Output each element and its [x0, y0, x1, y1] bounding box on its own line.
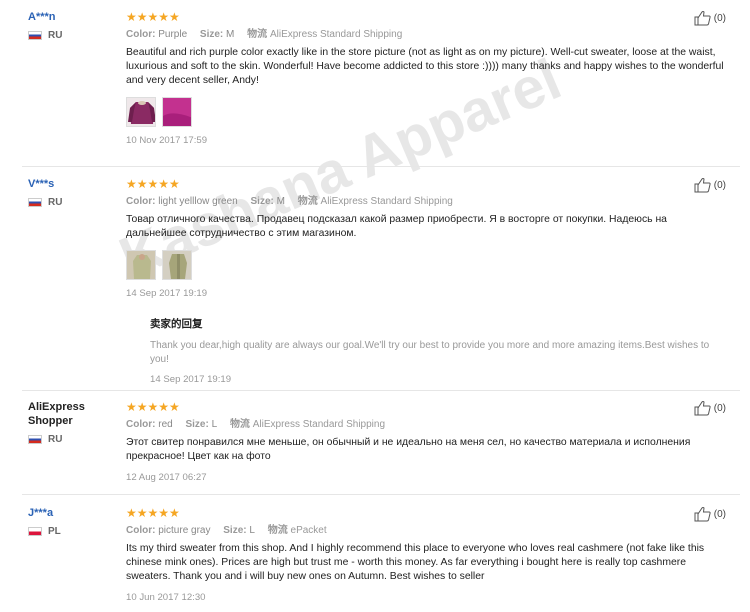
like-count: (0) — [713, 402, 726, 414]
reviewer-country: RU — [28, 434, 120, 445]
like-count: (0) — [713, 179, 726, 191]
thumbs-up-icon — [694, 178, 711, 193]
reviewer-info: AliExpress Shopper RU — [28, 400, 120, 445]
green-sweater-photo-icon — [127, 251, 155, 279]
seller-reply-date: 14 Sep 2017 19:19 — [150, 374, 232, 385]
reviewer-name[interactable]: J***a — [28, 506, 120, 520]
thumbs-up-icon — [694, 11, 711, 26]
color-label: Color: — [126, 196, 156, 207]
divider — [22, 494, 740, 495]
size-label: Size: — [199, 29, 224, 40]
review-date: 10 Jun 2017 12:30 — [126, 592, 206, 603]
review-date: 14 Sep 2017 19:19 — [126, 288, 208, 299]
review-photos — [126, 250, 726, 280]
divider — [22, 166, 740, 167]
country-code: RU — [48, 434, 63, 445]
color-value: light yelllow green — [158, 196, 238, 207]
poland-flag-icon — [28, 527, 42, 536]
reviewer-info: V***s RU — [28, 177, 120, 208]
shipping-label: 物流 — [297, 196, 318, 207]
shipping-label: 物流 — [267, 525, 288, 536]
country-code: PL — [48, 526, 61, 537]
review-content: ★★★★★ Color: red Size: L 物流 AliExpress S… — [126, 400, 726, 483]
shipping-value: AliExpress Standard Shipping — [269, 29, 403, 40]
purple-sweater-photo-icon — [128, 101, 155, 124]
green-sweater-photo-icon — [163, 251, 191, 279]
color-label: Color: — [126, 29, 156, 40]
review-text: Its my third sweater from this shop. And… — [126, 543, 705, 582]
star-rating: ★★★★★ — [126, 506, 180, 520]
review-text: Beautiful and rich purple color exactly … — [126, 47, 724, 86]
reviewer-country: RU — [28, 30, 120, 41]
review-photo[interactable] — [162, 97, 192, 127]
like-button[interactable]: (0) — [694, 10, 726, 26]
review-content: ★★★★★ Color: picture gray Size: L 物流 ePa… — [126, 506, 726, 603]
magenta-fabric-photo-icon — [163, 98, 191, 126]
reviewer-name[interactable]: A***n — [28, 10, 120, 24]
like-count: (0) — [713, 508, 726, 520]
reviewer-name: AliExpress Shopper — [28, 401, 85, 427]
russia-flag-icon — [28, 198, 42, 207]
color-value: Purple — [158, 29, 188, 40]
size-label: Size: — [223, 525, 247, 536]
seller-reply: 卖家的回复 Thank you dear,high quality are al… — [150, 316, 730, 385]
order-info: Color: light yelllow green Size: M 物流 Al… — [126, 195, 726, 208]
shipping-label: 物流 — [247, 29, 268, 40]
star-rating: ★★★★★ — [126, 10, 180, 24]
size-label: Size: — [250, 196, 274, 207]
color-label: Color: — [126, 525, 156, 536]
size-value: L — [211, 419, 218, 430]
size-value: L — [249, 525, 255, 536]
review-text: Товар отличного качества. Продавец подск… — [126, 214, 667, 239]
thumbs-up-icon — [694, 507, 711, 522]
reviewer-country: RU — [28, 197, 120, 208]
star-rating: ★★★★★ — [126, 400, 180, 414]
order-info: Color: red Size: L 物流 AliExpress Standar… — [126, 418, 726, 431]
russia-flag-icon — [28, 435, 42, 444]
review-photo[interactable] — [126, 250, 156, 280]
size-label: Size: — [185, 419, 209, 430]
seller-reply-title: 卖家的回复 — [150, 318, 203, 330]
russia-flag-icon — [28, 31, 42, 40]
reviewer-name[interactable]: V***s — [28, 177, 120, 191]
shipping-label: 物流 — [229, 419, 250, 430]
like-button[interactable]: (0) — [694, 506, 726, 522]
review-text: Этот свитер понравился мне меньше, он об… — [126, 437, 691, 462]
color-value: red — [158, 419, 173, 430]
seller-reply-text: Thank you dear,high quality are always o… — [150, 340, 710, 365]
star-rating: ★★★★★ — [126, 177, 180, 191]
country-code: RU — [48, 197, 63, 208]
shipping-value: AliExpress Standard Shipping — [320, 196, 453, 207]
like-count: (0) — [713, 12, 726, 24]
reviewer-info: A***n RU — [28, 10, 120, 41]
country-code: RU — [48, 30, 63, 41]
order-info: Color: Purple Size: M 物流 AliExpress Stan… — [126, 28, 726, 41]
thumbs-up-icon — [694, 401, 711, 416]
reviewer-info: J***a PL — [28, 506, 120, 537]
order-info: Color: picture gray Size: L 物流 ePacket — [126, 524, 726, 537]
color-label: Color: — [126, 419, 156, 430]
like-button[interactable]: (0) — [694, 400, 726, 416]
divider — [22, 390, 740, 391]
size-value: M — [276, 196, 285, 207]
review-date: 12 Aug 2017 06:27 — [126, 472, 207, 483]
review-photo[interactable] — [126, 97, 156, 127]
review-content: ★★★★★ Color: Purple Size: M 物流 AliExpres… — [126, 10, 726, 146]
review-date: 10 Nov 2017 17:59 — [126, 135, 208, 146]
size-value: M — [226, 29, 235, 40]
shipping-value: ePacket — [290, 525, 327, 536]
color-value: picture gray — [158, 525, 211, 536]
review-content: ★★★★★ Color: light yelllow green Size: M… — [126, 177, 726, 299]
review-photo[interactable] — [162, 250, 192, 280]
like-button[interactable]: (0) — [694, 177, 726, 193]
reviewer-country: PL — [28, 526, 120, 537]
review-photos — [126, 97, 726, 127]
shipping-value: AliExpress Standard Shipping — [252, 419, 386, 430]
